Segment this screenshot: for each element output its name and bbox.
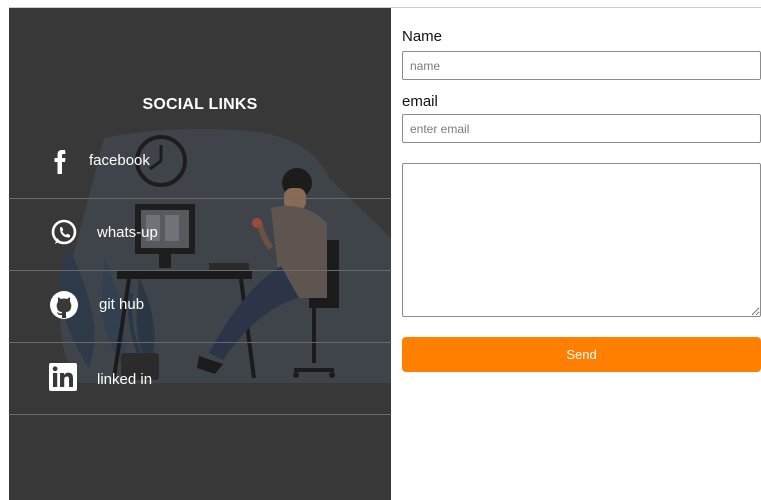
social-item-label: whats-up [97, 224, 158, 241]
message-textarea[interactable] [402, 163, 761, 317]
social-item-whatsapp[interactable]: whats-up [9, 198, 391, 271]
contact-form: Name email Send [391, 8, 761, 500]
whatsapp-icon [51, 219, 77, 245]
send-button[interactable]: Send [402, 337, 761, 372]
social-item-label: facebook [89, 152, 150, 169]
facebook-icon [54, 150, 66, 174]
social-links-title: SOCIAL LINKS [142, 96, 258, 113]
linkedin-icon [49, 363, 77, 391]
social-item-label: git hub [99, 296, 145, 313]
name-input[interactable] [402, 51, 761, 80]
social-links-panel: SOCIAL LINKS facebook whats-up git hub l… [9, 8, 391, 500]
email-input[interactable] [402, 114, 761, 143]
social-item-label: linked in [97, 371, 153, 388]
social-item-facebook[interactable]: facebook [9, 126, 391, 199]
github-icon [50, 291, 78, 319]
page-left-margin [0, 0, 9, 500]
email-label: email [402, 93, 438, 110]
social-item-github[interactable]: git hub [9, 270, 391, 343]
social-item-linkedin[interactable]: linked in [9, 342, 391, 415]
name-label: Name [402, 28, 443, 45]
